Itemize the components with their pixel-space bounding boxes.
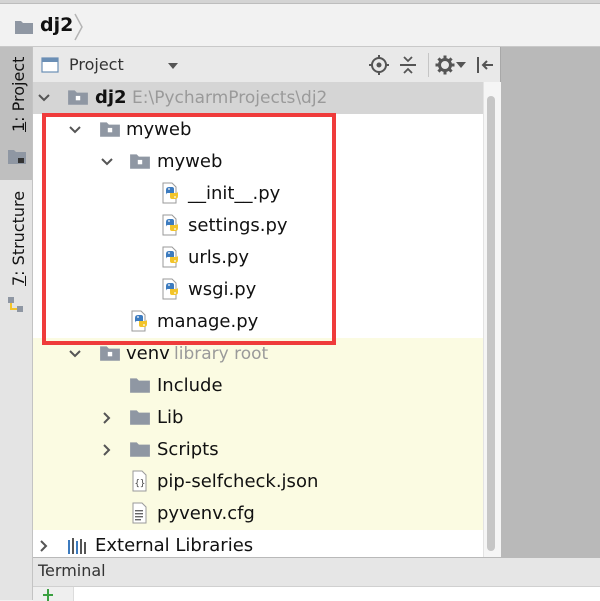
toolbar-separator: [428, 53, 429, 77]
folder-label: venv: [126, 343, 170, 364]
file-label: pip-selfcheck.json: [157, 471, 319, 492]
expand-arrow-icon[interactable]: [100, 155, 114, 169]
collapsed-arrow-icon[interactable]: [37, 539, 51, 553]
project-tab-number: 1: [9, 121, 28, 132]
libraries-icon: [67, 537, 89, 555]
python-file-icon: [160, 214, 180, 236]
folder-label: Include: [157, 375, 223, 396]
add-terminal-icon[interactable]: [43, 589, 53, 601]
tree-row-venv[interactable]: venv library root: [33, 338, 483, 370]
folder-icon: [99, 120, 121, 138]
package-folder-icon: [129, 152, 151, 170]
tree-row-myweb[interactable]: myweb: [33, 114, 483, 146]
navigation-bar: dj2: [0, 4, 600, 47]
python-file-icon: [160, 182, 180, 204]
gear-dropdown-icon[interactable]: [456, 62, 466, 69]
file-label: pyvenv.cfg: [157, 503, 255, 524]
tree-row-init[interactable]: __init__.py: [33, 178, 483, 210]
tree-scrollbar-thumb[interactable]: [487, 96, 495, 551]
tree-row-lib[interactable]: Lib: [33, 402, 483, 434]
tree-row-include[interactable]: Include: [33, 370, 483, 402]
file-label: wsgi.py: [188, 279, 257, 300]
folder-label: Lib: [157, 407, 184, 428]
folder-icon: [99, 344, 121, 362]
structure-tab-label: Structure: [9, 190, 28, 266]
python-file-icon: [160, 278, 180, 300]
text-file-icon: [130, 502, 150, 524]
terminal-gutter: [33, 587, 74, 601]
tab-project[interactable]: 1: Project: [0, 47, 32, 180]
collapse-icon[interactable]: [398, 55, 418, 75]
expand-arrow-icon[interactable]: [68, 347, 82, 361]
library-root-note: library root: [174, 344, 269, 364]
tree-row-settings[interactable]: settings.py: [33, 210, 483, 242]
tree-row-pyvenv[interactable]: pyvenv.cfg: [33, 498, 483, 530]
folder-label: myweb: [126, 119, 192, 140]
folder-icon: [14, 19, 34, 35]
project-panel-header: Project: [33, 47, 500, 83]
tree-row-wsgi[interactable]: wsgi.py: [33, 274, 483, 306]
file-label: manage.py: [157, 311, 259, 332]
folder-icon: [129, 408, 151, 426]
tree-row-myweb-package[interactable]: myweb: [33, 146, 483, 178]
tree-row-pip-selfcheck[interactable]: pip-selfcheck.json: [33, 466, 483, 498]
python-file-icon: [129, 310, 149, 332]
external-libraries-label: External Libraries: [95, 535, 254, 556]
root-folder-label: dj2: [95, 87, 127, 108]
tree-row-urls[interactable]: urls.py: [33, 242, 483, 274]
collapsed-arrow-icon[interactable]: [100, 443, 114, 457]
tree-row-scripts[interactable]: Scripts: [33, 434, 483, 466]
collapsed-arrow-icon[interactable]: [100, 411, 114, 425]
target-icon[interactable]: [369, 55, 389, 75]
gear-icon[interactable]: [435, 55, 455, 75]
project-tree: dj2 E:\PycharmProjects\dj2 myweb myweb _…: [33, 82, 483, 557]
tab-structure[interactable]: 7: Structure: [0, 191, 32, 320]
python-file-icon: [160, 246, 180, 268]
folder-icon: [67, 88, 89, 106]
folder-label: myweb: [157, 151, 223, 172]
chevron-right-icon: [74, 13, 83, 41]
tree-row-root[interactable]: dj2 E:\PycharmProjects\dj2: [33, 82, 483, 114]
structure-tab-number: 7: [9, 275, 28, 286]
pin-icon[interactable]: [475, 55, 495, 75]
project-tab-icon: [8, 150, 26, 164]
project-view-selector[interactable]: Project: [69, 55, 124, 74]
folder-label: Scripts: [157, 439, 219, 460]
project-view-icon: [41, 57, 59, 73]
file-label: __init__.py: [188, 183, 281, 204]
file-label: settings.py: [188, 215, 288, 236]
dropdown-arrow-icon[interactable]: [167, 62, 179, 70]
root-folder-path: E:\PycharmProjects\dj2: [132, 88, 328, 108]
json-file-icon: [130, 470, 150, 492]
tool-window-strip: 1: Project 7: Structure: [0, 47, 33, 600]
expand-arrow-icon[interactable]: [68, 123, 82, 137]
editor-area: [500, 47, 600, 557]
file-label: urls.py: [188, 247, 249, 268]
project-tab-label: Project: [9, 56, 28, 112]
folder-icon: [129, 376, 151, 394]
folder-icon: [129, 440, 151, 458]
breadcrumb-project[interactable]: dj2: [40, 14, 73, 36]
tree-row-manage[interactable]: manage.py: [33, 306, 483, 338]
terminal-header: Terminal: [33, 557, 600, 586]
terminal-title[interactable]: Terminal: [38, 561, 106, 580]
tree-row-external-libraries[interactable]: External Libraries: [33, 530, 483, 557]
expand-arrow-icon[interactable]: [37, 91, 51, 105]
structure-icon: [8, 297, 23, 312]
terminal-body[interactable]: [33, 586, 600, 601]
